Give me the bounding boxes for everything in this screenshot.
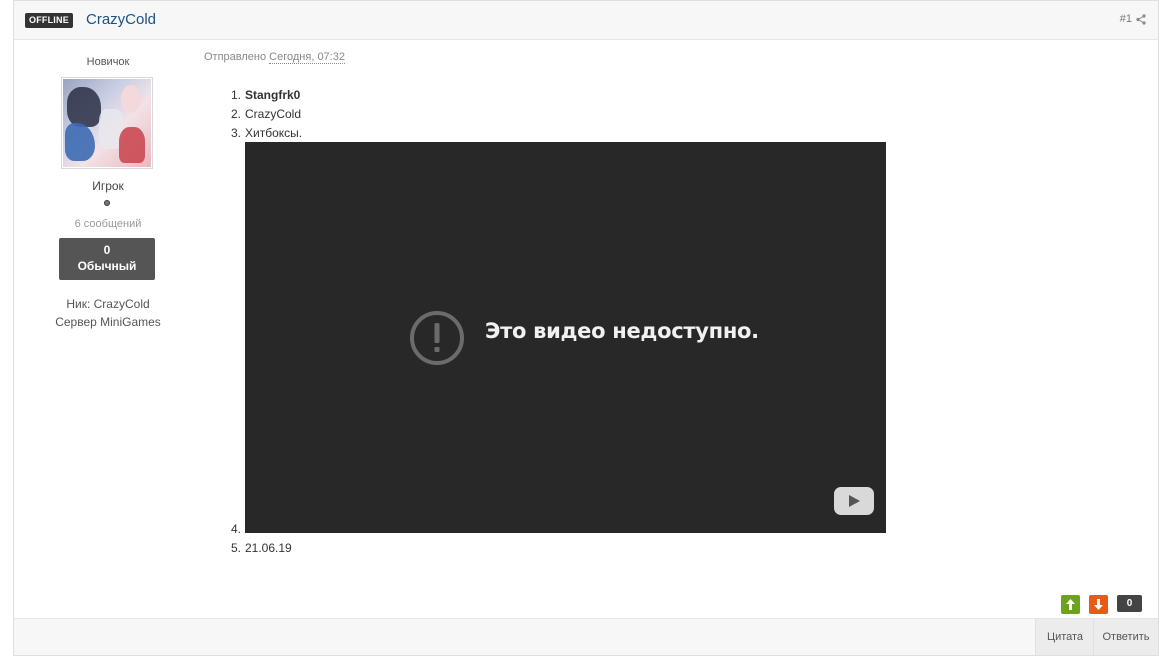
custom-fields: Ник: CrazyCold Сервер MiniGames	[14, 295, 202, 331]
list-item: 1. Stangfrk0	[231, 88, 301, 102]
post-footer: Цитата Ответить	[14, 618, 1158, 655]
avatar-image	[63, 79, 151, 167]
post-number-link[interactable]: #1	[1120, 13, 1132, 25]
posted-date-value: Сегодня, 07:32	[269, 51, 345, 64]
embedded-video[interactable]: Это видео недоступно.	[245, 142, 886, 533]
play-icon	[849, 495, 860, 507]
list-item: 4.	[231, 522, 242, 536]
forum-post: OFFLINE CrazyCold #1 Новичок Игрок 6 соо…	[13, 0, 1159, 656]
member-rank: Игрок	[92, 179, 124, 193]
rank-pip-icon	[104, 200, 110, 206]
list-item: 3. Хитбоксы.	[231, 126, 303, 140]
posted-date: Отправлено Сегодня, 07:32	[204, 51, 345, 64]
field-server: Сервер MiniGames	[55, 315, 161, 329]
quote-button[interactable]: Цитата	[1035, 619, 1094, 655]
vote-up-button[interactable]	[1061, 595, 1080, 614]
vote-down-button[interactable]	[1089, 595, 1108, 614]
vote-count: 0	[1117, 595, 1142, 612]
video-unavailable-message: Это видео недоступно.	[485, 319, 759, 343]
field-server-value: MiniGames	[100, 315, 161, 329]
share-icon[interactable]	[1136, 14, 1146, 25]
list-item: 2. CrazyCold	[231, 107, 302, 121]
author-name-link[interactable]: CrazyCold	[86, 11, 156, 28]
reply-button[interactable]: Ответить	[1093, 619, 1158, 655]
youtube-play-button[interactable]	[834, 487, 874, 515]
reputation-label: Обычный	[77, 259, 137, 273]
alert-circle-icon	[410, 311, 464, 365]
member-group: Новичок	[86, 56, 130, 68]
reputation-value: 0	[103, 243, 111, 257]
arrow-up-icon	[1066, 599, 1075, 610]
reputation-badge: 0 Обычный	[59, 238, 155, 280]
list-item: 5. 21.06.19	[231, 541, 292, 555]
posts-count: 6 сообщений	[74, 218, 142, 230]
arrow-down-icon	[1094, 599, 1103, 610]
field-nick-value: CrazyCold	[93, 297, 150, 311]
field-nick: Ник: CrazyCold	[66, 297, 150, 311]
status-badge: OFFLINE	[25, 13, 73, 28]
post-header: OFFLINE CrazyCold #1	[14, 1, 1158, 40]
avatar[interactable]	[61, 77, 153, 169]
